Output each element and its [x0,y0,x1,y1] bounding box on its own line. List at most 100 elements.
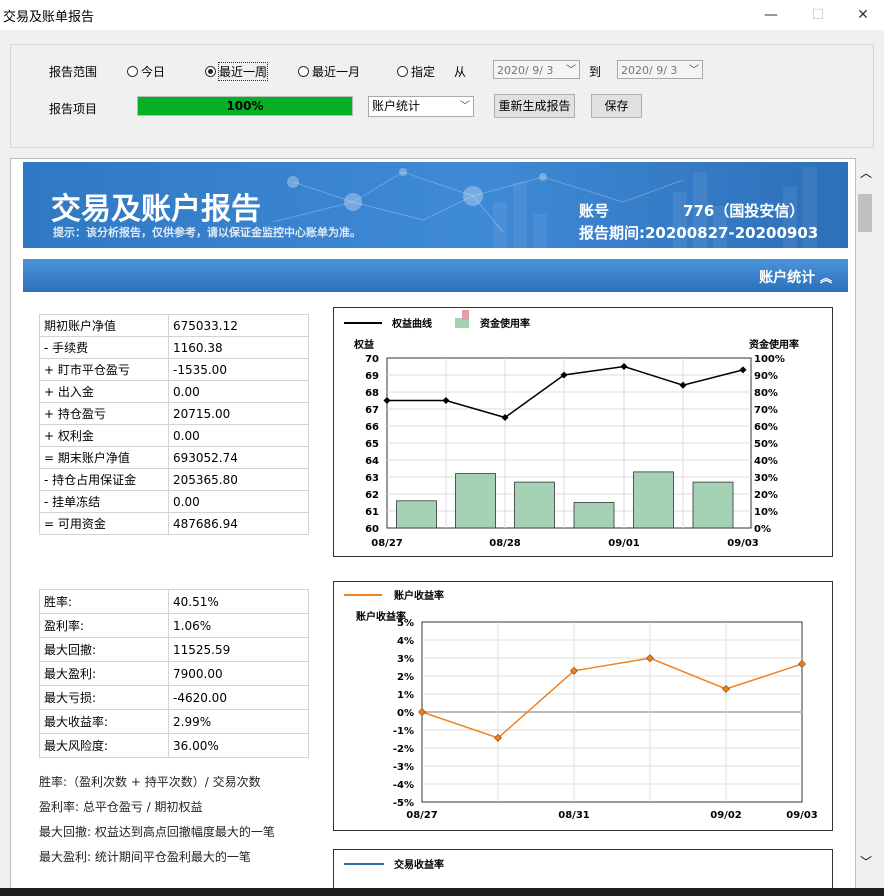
equity-point [383,396,391,405]
row-label: - 挂单冻结 [39,490,169,513]
row-label: = 可用资金 [39,512,169,535]
y-tick-label: 1% [397,690,414,701]
close-button[interactable]: ✕ [840,0,884,30]
row-value: -4620.00 [168,685,309,710]
account-table: 期初账户净值 675033.12- 手续费 1160.38 + 盯市平仓盈亏 -1535… [39,314,309,535]
return-line [421,657,803,739]
row-value: 487686.94 [168,512,309,535]
y2-tick-label: 90% [754,371,778,382]
scroll-thumb[interactable] [858,194,872,232]
control-panel: 报告范围 今日 最近一周 最近一月 指定 从 2020/ 9/ 3 ﹀ 到 202… [10,44,874,148]
row-label: 最大风险度: [39,733,169,758]
report-view[interactable]: 交易及账户报告 提示：该分析报告，仅供参考，请以保证金监控中心账单为准。 账号 7… [10,158,856,892]
radio-dot[interactable] [397,66,408,77]
legend-label-account-return: 账户收益率 [394,589,444,602]
regenerate-report-button[interactable]: 重新生成报告 [494,94,575,118]
row-value: 1.06% [168,613,309,638]
row-label: + 盯市平仓盈亏 [39,358,169,381]
radio-last-week[interactable]: 最近一周 [205,62,269,81]
y-tick-label: 64 [365,456,379,467]
section-header-account-stats[interactable]: 账户统计 ︽ [23,259,848,292]
from-label: 从 [454,65,467,79]
row-value: 0.00 [168,424,309,447]
date-to-picker[interactable]: 2020/ 9/ 3 ﹀ [617,60,703,79]
to-label: 到 [589,65,602,79]
radio-today[interactable]: 今日 [127,63,165,80]
y2-tick-label: 20% [754,490,778,501]
chevron-down-icon[interactable]: ﹀ [689,61,699,80]
row-value: 693052.74 [168,446,309,469]
y2-tick-label: 60% [754,422,778,433]
scroll-down-icon[interactable]: ﹀ [856,853,876,870]
table-row: 期初账户净值 675033.12 [39,314,309,337]
y2-tick-label: 100% [754,354,785,365]
y2-tick-label: 40% [754,456,778,467]
definition-line: 最大盈利: 统计期间平仓盈利最大的一笔 [39,850,251,864]
y2-axis-title: 资金使用率 [749,338,799,351]
table-row: - 持仓占用保证金 205365.80 [39,468,309,491]
date-from-value: 2020/ 9/ 3 [497,64,554,77]
range-label: 报告范围 [49,65,98,79]
save-button[interactable]: 保存 [591,94,642,118]
y2-tick-label: 50% [754,439,778,450]
definition-line: 盈利率: 总平仓盈亏 / 期初权益 [39,800,203,814]
date-from-picker[interactable]: 2020/ 9/ 3 ﹀ [493,60,580,79]
banner-title: 交易及账户报告 [51,192,261,227]
usage-bar [633,471,674,529]
row-value: 11525.59 [168,637,309,662]
y-tick-label: -2% [393,744,414,755]
row-label: 最大回撤: [39,637,169,662]
vertical-scrollbar[interactable]: ︿ ﹀ [856,158,876,892]
minimize-button[interactable]: — [748,0,794,30]
x-tick-label: 09/01 [608,538,640,549]
usage-bar [692,481,734,529]
row-value: 675033.12 [168,314,309,337]
row-value: 20715.00 [168,402,309,425]
progress-text: 100% [226,99,264,113]
chevron-down-icon[interactable]: ﹀ [566,61,576,80]
double-chevron-up-icon[interactable]: ︽ [820,271,832,285]
radio-dot[interactable] [127,66,138,77]
section-title: 账户统计 ︽ [759,267,832,287]
table-row: 最大亏损: -4620.00 [39,685,309,710]
y-tick-label: 65 [365,439,379,450]
legend-label-equity: 权益曲线 [391,317,432,330]
progress-bar: 100% [137,96,353,116]
row-label: + 出入金 [39,380,169,403]
report-banner: 交易及账户报告 提示：该分析报告，仅供参考，请以保证金监控中心账单为准。 账号 7… [23,162,848,248]
row-value: 7900.00 [168,661,309,686]
report-item-select[interactable]: 账户统计 ﹀ [368,96,474,117]
chevron-down-icon[interactable]: ﹀ [460,97,470,116]
taskbar [0,888,884,896]
table-row: 最大盈利: 7900.00 [39,661,309,686]
table-row: 最大风险度: 36.00% [39,733,309,758]
table-row: 盈利率: 1.06% [39,613,309,638]
y-tick-label: 61 [365,507,379,518]
maximize-button[interactable]: ☐ [795,0,841,30]
table-row: 最大收益率: 2.99% [39,709,309,734]
radio-dot[interactable] [298,66,309,77]
y2-tick-label: 30% [754,473,778,484]
scroll-up-icon[interactable]: ︿ [856,164,876,181]
x-tick-label: 09/02 [710,810,742,821]
x-tick-label: 08/31 [558,810,590,821]
row-label: 最大收益率: [39,709,169,734]
radio-last-month-label: 最近一月 [312,65,361,79]
trade-return-chart: 交易收益率 [333,849,833,891]
row-label: = 期末账户净值 [39,446,169,469]
y-tick-label: 67 [365,405,379,416]
usage-bar [514,481,555,529]
row-label: 最大盈利: [39,661,169,686]
y-tick-label: 66 [365,422,379,433]
definition-line: 胜率:（盈利次数 + 持平次数）/ 交易次数 [39,775,261,789]
row-value: 205365.80 [168,468,309,491]
radio-last-month[interactable]: 最近一月 [298,63,360,80]
table-row: - 手续费 1160.38 [39,336,309,359]
radio-custom[interactable]: 指定 [397,63,435,80]
title-bar: 交易及账单报告 — ☐ ✕ [0,0,884,30]
radio-dot-checked[interactable] [205,66,216,77]
account-line: 账号 776（国投安信） [579,200,804,221]
definition-line: 最大回撤: 权益达到高点回撤幅度最大的一笔 [39,825,275,839]
equity-point [739,366,747,374]
x-tick-label: 09/03 [727,538,759,549]
